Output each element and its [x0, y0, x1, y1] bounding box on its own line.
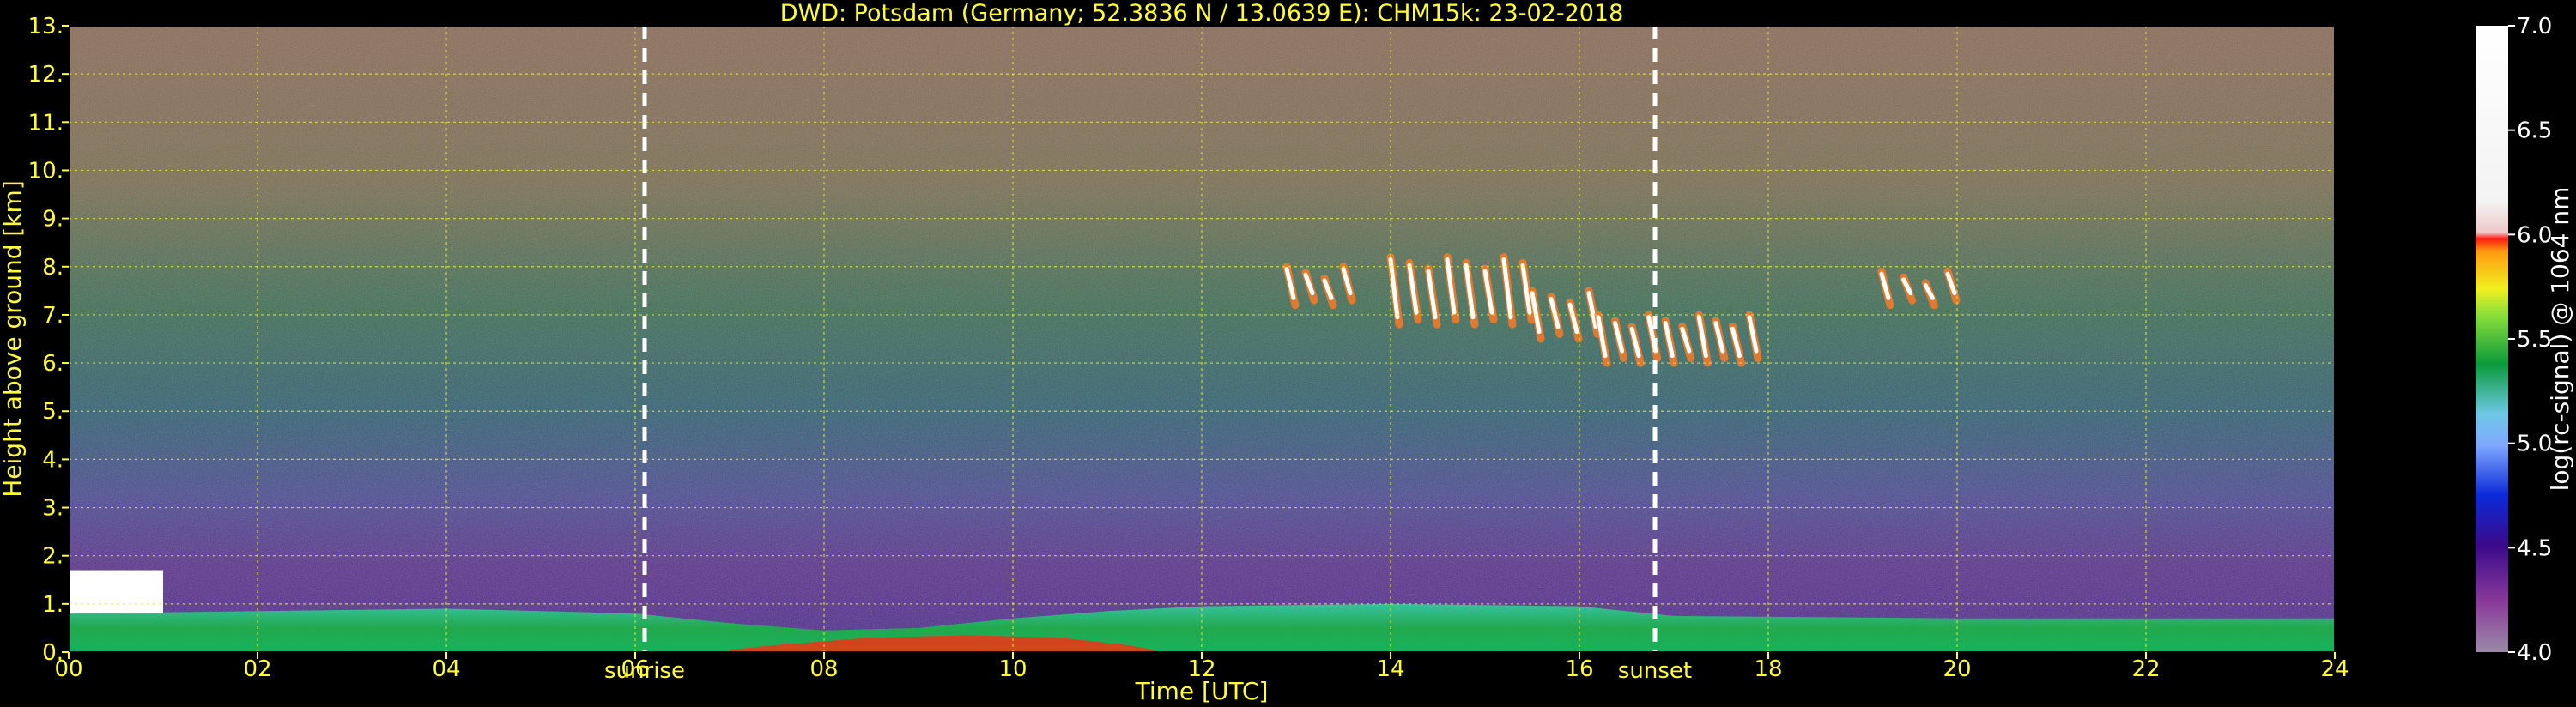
- x-tick-label: 06: [621, 656, 649, 682]
- y-axis-ticks: 0. 1. 2. 3. 4. 5. 6. 7. 8. 9. 10. 11. 12. 13.: [28, 14, 69, 666]
- x-tick-label: 22: [2131, 656, 2160, 682]
- y-tick-label: 4.: [42, 447, 64, 473]
- x-tick-label: 20: [1943, 656, 1971, 682]
- y-tick-label: 13.: [28, 14, 64, 39]
- x-tick-label: 24: [2320, 656, 2349, 682]
- x-tick-label: 18: [1754, 656, 1782, 682]
- y-tick-label: 7.: [42, 303, 64, 329]
- x-tick-label: 16: [1565, 656, 1593, 682]
- y-tick-label: 11.: [28, 110, 64, 136]
- x-tick-label: 08: [809, 656, 838, 682]
- colorbar-tick-label: 4.5: [2517, 535, 2552, 561]
- sun-event-label: sunset: [1618, 658, 1692, 684]
- colorbar-tick-label: 7.0: [2517, 14, 2552, 39]
- y-tick-label: 0.: [42, 640, 64, 666]
- y-tick-label: 1.: [42, 592, 64, 618]
- x-axis-label: Time [UTC]: [1135, 677, 1269, 705]
- y-tick-label: 9.: [42, 207, 64, 233]
- colorbar-tick-label: 6.5: [2517, 118, 2552, 144]
- colorbar-label: log(rc-signal) @ 1064 nm: [2546, 187, 2574, 492]
- y-tick-label: 12.: [28, 62, 64, 88]
- y-tick-label: 5.: [42, 399, 64, 425]
- x-tick-label: 10: [998, 656, 1027, 682]
- x-tick-label: 04: [432, 656, 460, 682]
- chart-title: DWD: Potsdam (Germany; 52.3836 N / 13.06…: [780, 0, 1624, 27]
- low-cloud: [69, 570, 163, 614]
- y-tick-label: 8.: [42, 255, 64, 281]
- y-tick-label: 3.: [42, 496, 64, 522]
- x-tick-label: 02: [243, 656, 271, 682]
- y-tick-label: 6.: [42, 351, 64, 377]
- colorbar: [2476, 26, 2508, 652]
- y-tick-label: 2.: [42, 544, 64, 570]
- y-tick-label: 10.: [28, 158, 64, 184]
- y-axis-label: Height above ground [km]: [0, 180, 27, 498]
- x-tick-label: 14: [1376, 656, 1404, 682]
- colorbar-tick-label: 4.0: [2517, 640, 2552, 666]
- ceilometer-chart: sunrise sunset 00 02 04 06 08 10 12 14 16 18 20 22 24…: [0, 0, 2574, 705]
